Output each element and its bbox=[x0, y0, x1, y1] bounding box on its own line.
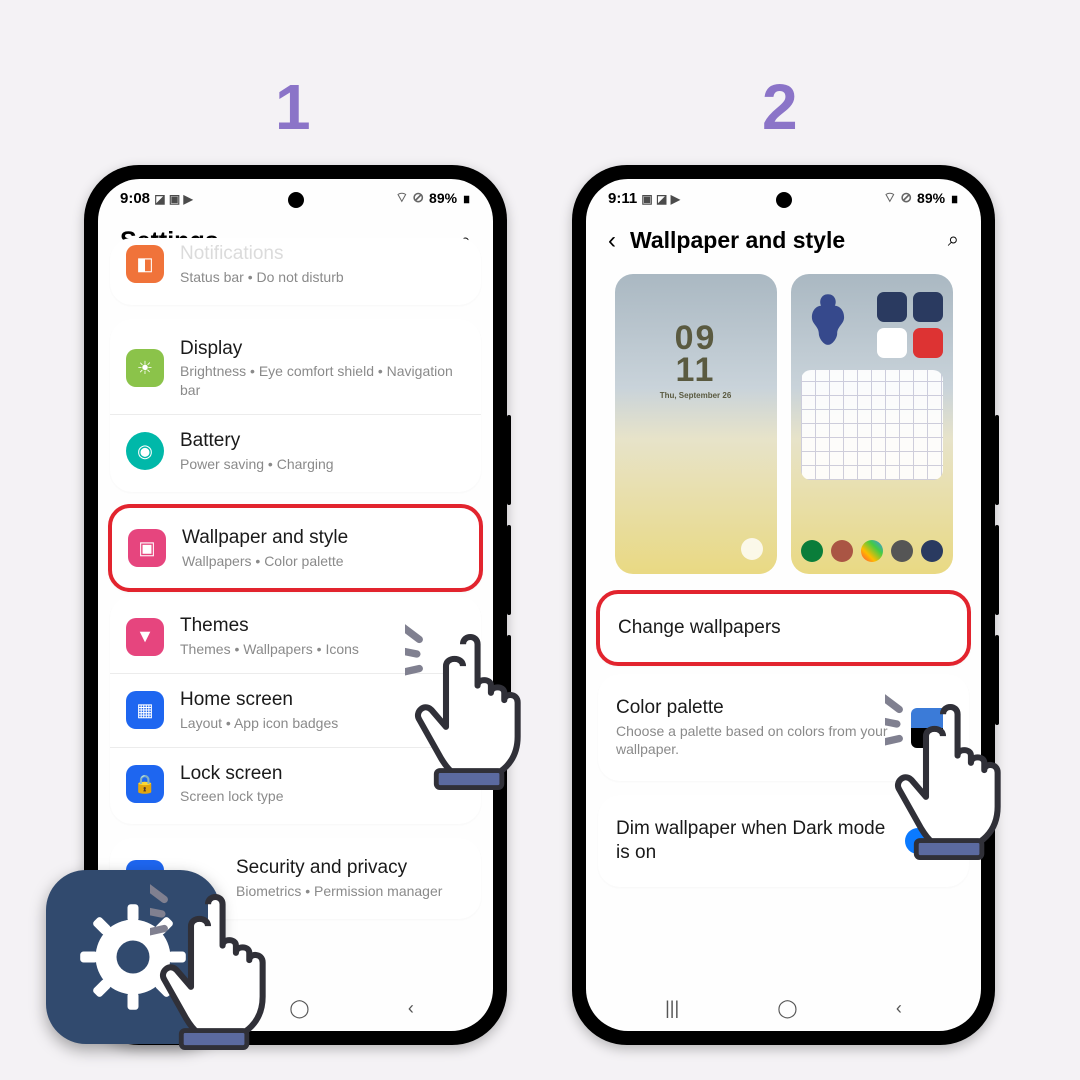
picture-icon: ▣ bbox=[128, 529, 166, 567]
nav-bar[interactable]: ||| ◯ ‹ bbox=[586, 988, 981, 1031]
back-icon[interactable]: ‹ bbox=[608, 229, 616, 253]
nav-home-icon[interactable]: ◯ bbox=[289, 998, 309, 1019]
palette-swatch-icon bbox=[911, 708, 951, 748]
dock bbox=[791, 540, 953, 562]
row-label: Change wallpapers bbox=[618, 616, 949, 640]
preview-lockscreen[interactable]: 09 11 Thu, September 26 bbox=[615, 274, 777, 574]
bell-icon: ◧ bbox=[126, 245, 164, 283]
status-right: ⌔ ⊘ 89%∎ bbox=[883, 189, 959, 207]
figurine-icon bbox=[805, 292, 851, 352]
camera-shortcut-icon bbox=[741, 538, 763, 560]
row-sub: Screen lock type bbox=[180, 787, 465, 806]
row-sub: Layout • App icon badges bbox=[180, 714, 465, 733]
row-label: Themes bbox=[180, 614, 465, 638]
row-sub: Biometrics • Permission manager bbox=[180, 882, 465, 901]
row-color-palette[interactable]: Color paletteChoose a palette based on c… bbox=[598, 678, 969, 778]
grid-icon: ▦ bbox=[126, 691, 164, 729]
row-home-screen[interactable]: ▦ Home screen Layout • App icon badges bbox=[110, 673, 481, 747]
page-title: Wallpaper and style bbox=[630, 227, 934, 254]
row-label: Dim wallpaper when Dark mode is on bbox=[616, 817, 886, 865]
row-change-wallpapers[interactable]: Change wallpapers bbox=[600, 598, 967, 658]
row-sub: Choose a palette based on colors from yo… bbox=[616, 722, 895, 760]
camera-notch bbox=[776, 192, 792, 208]
step-number-2: 2 bbox=[762, 70, 798, 144]
search-icon[interactable]: ⌕ bbox=[948, 229, 959, 252]
battery-icon: ◉ bbox=[126, 432, 164, 470]
nav-back-icon[interactable]: ‹ bbox=[408, 998, 414, 1019]
settings-app-icon[interactable] bbox=[46, 870, 220, 1044]
row-sub: Wallpapers • Color palette bbox=[182, 552, 463, 571]
lockscreen-clock: 09 11 Thu, September 26 bbox=[615, 322, 777, 400]
themes-icon: ▼ bbox=[126, 618, 164, 656]
row-display[interactable]: ☀ DisplayBrightness • Eye comfort shield… bbox=[110, 323, 481, 415]
toggle-dim[interactable] bbox=[905, 828, 951, 854]
wallpaper-previews: 09 11 Thu, September 26 bbox=[598, 266, 969, 592]
status-time: 9:11 ▣ ◪ ▶ bbox=[608, 190, 680, 207]
row-label: Display bbox=[180, 337, 465, 361]
lock-icon: 🔒 bbox=[126, 765, 164, 803]
row-sub: Status bar • Do not disturb bbox=[180, 268, 465, 287]
screen-2: 9:11 ▣ ◪ ▶ ⌔ ⊘ 89%∎ ‹ Wallpaper and styl… bbox=[586, 179, 981, 1031]
widget-row bbox=[877, 292, 943, 322]
highlight-change-wallpapers: Change wallpapers bbox=[596, 590, 971, 666]
calendar-widget bbox=[801, 370, 943, 480]
wallpaper-content[interactable]: 09 11 Thu, September 26 bbox=[586, 266, 981, 988]
preview-homescreen[interactable] bbox=[791, 274, 953, 574]
row-label: Security and privacy bbox=[180, 856, 465, 880]
row-label: Lock screen bbox=[180, 762, 465, 786]
camera-notch bbox=[288, 192, 304, 208]
row-label: Notifications bbox=[180, 242, 465, 266]
phone-frame-2: 9:11 ▣ ◪ ▶ ⌔ ⊘ 89%∎ ‹ Wallpaper and styl… bbox=[572, 165, 995, 1045]
sun-icon: ☀ bbox=[126, 349, 164, 387]
nav-home-icon[interactable]: ◯ bbox=[777, 998, 797, 1019]
status-right: ⌔ ⊘ 89%∎ bbox=[395, 189, 471, 207]
status-time: 9:08 ◪ ▣ ▶ bbox=[120, 190, 193, 207]
row-themes[interactable]: ▼ Themes Themes • Wallpapers • Icons bbox=[110, 600, 481, 673]
gear-icon bbox=[78, 902, 188, 1012]
row-sub: Themes • Wallpapers • Icons bbox=[180, 640, 465, 659]
row-label: Color palette bbox=[616, 696, 895, 720]
row-battery[interactable]: ◉ Battery Power saving • Charging bbox=[110, 414, 481, 488]
step-number-1: 1 bbox=[275, 70, 311, 144]
widget-row bbox=[877, 328, 943, 358]
row-wallpaper-style[interactable]: ▣ Wallpaper and style Wallpapers • Color … bbox=[112, 512, 479, 585]
row-label: Wallpaper and style bbox=[182, 526, 463, 550]
row-lock-screen[interactable]: 🔒 Lock screenScreen lock type bbox=[110, 747, 481, 821]
row-notifications[interactable]: ◧ Notifications Status bar • Do not distu… bbox=[110, 242, 481, 301]
row-sub: Power saving • Charging bbox=[180, 455, 465, 474]
nav-recent-icon[interactable]: ||| bbox=[665, 998, 679, 1019]
nav-back-icon[interactable]: ‹ bbox=[896, 998, 902, 1019]
row-label: Battery bbox=[180, 429, 465, 453]
row-sub: Brightness • Eye comfort shield • Naviga… bbox=[180, 362, 465, 400]
row-dim-darkmode[interactable]: Dim wallpaper when Dark mode is on bbox=[598, 799, 969, 883]
wallpaper-header: ‹ Wallpaper and style ⌕ bbox=[586, 207, 981, 266]
highlight-wallpaper: ▣ Wallpaper and style Wallpapers • Color … bbox=[108, 504, 483, 593]
row-label: Home screen bbox=[180, 688, 465, 712]
